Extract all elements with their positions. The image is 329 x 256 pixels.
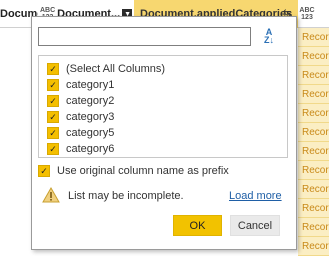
ok-button[interactable]: OK: [173, 215, 222, 236]
table-cell[interactable]: Recor: [298, 180, 329, 199]
checkbox-checked-icon[interactable]: ✓: [47, 143, 59, 155]
table-cell[interactable]: Recor: [298, 85, 329, 104]
left-data-area: [0, 28, 30, 256]
search-input[interactable]: [38, 27, 251, 46]
checkbox-checked-icon[interactable]: ✓: [47, 111, 59, 123]
cancel-button[interactable]: Cancel: [230, 215, 280, 236]
list-item[interactable]: ✓ category3: [47, 109, 114, 125]
sort-az-icon[interactable]: A Z↓: [260, 28, 278, 46]
list-item-label: category2: [66, 95, 115, 107]
list-item-label: category6: [66, 143, 115, 155]
column-header-next[interactable]: ABC 123: [299, 0, 329, 28]
table-cell[interactable]: Recor: [298, 218, 329, 237]
load-more-link[interactable]: Load more: [229, 190, 282, 202]
prefix-label: Use original column name as prefix: [57, 165, 229, 177]
expand-columns-popup: A Z↓ ✓ (Select All Columns) ✓ category1 ✓…: [31, 16, 297, 250]
table-cell[interactable]: Recor: [298, 123, 329, 142]
checkbox-checked-icon[interactable]: ✓: [47, 79, 59, 91]
checkbox-checked-icon[interactable]: ✓: [47, 127, 59, 139]
table-cell[interactable]: Recor: [298, 104, 329, 123]
list-item-label: category3: [66, 111, 115, 123]
list-item[interactable]: ✓ category1: [47, 77, 114, 93]
prefix-checkbox-row[interactable]: ✓ Use original column name as prefix: [38, 163, 229, 179]
type-abc123-icon: ABC 123: [299, 7, 315, 21]
list-item-select-all[interactable]: ✓ (Select All Columns): [47, 61, 165, 77]
table-cell[interactable]: Recor: [298, 237, 329, 256]
table-cell[interactable]: Recor: [298, 47, 329, 66]
list-item-label: category5: [66, 127, 115, 139]
table-cell[interactable]: Recor: [298, 28, 329, 47]
list-item-label: (Select All Columns): [66, 63, 166, 75]
checkbox-checked-icon[interactable]: ✓: [38, 165, 50, 177]
checkbox-checked-icon[interactable]: ✓: [47, 63, 59, 75]
record-column: Recor Recor Recor Recor Recor Recor Reco…: [298, 28, 329, 256]
warning-icon: [42, 187, 60, 203]
table-cell[interactable]: Recor: [298, 199, 329, 218]
list-item[interactable]: ✓ category2: [47, 93, 114, 109]
warning-text: List may be incomplete.: [68, 190, 184, 202]
table-cell[interactable]: Recor: [298, 161, 329, 180]
column-list: ✓ (Select All Columns) ✓ category1 ✓ cat…: [38, 55, 288, 158]
table-cell[interactable]: Recor: [298, 66, 329, 85]
table-cell[interactable]: Recor: [298, 142, 329, 161]
list-item-label: category1: [66, 79, 115, 91]
checkbox-checked-icon[interactable]: ✓: [47, 95, 59, 107]
list-item[interactable]: ✓ category6: [47, 141, 114, 157]
list-item[interactable]: ✓ category5: [47, 125, 114, 141]
